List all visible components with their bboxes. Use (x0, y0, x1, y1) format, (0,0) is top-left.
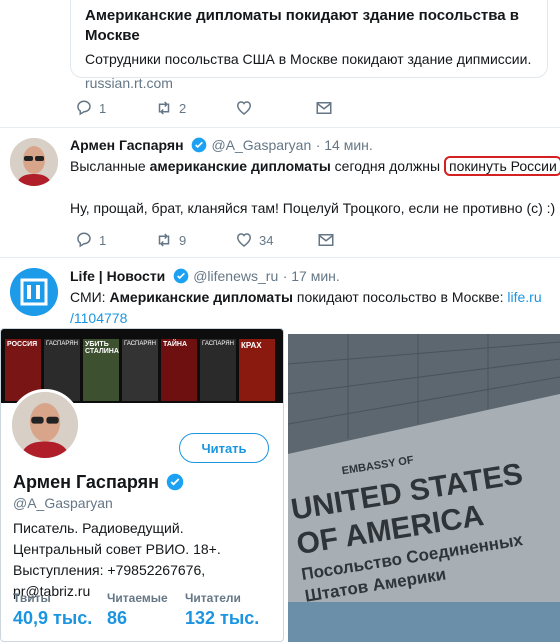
stat-value: 132 тыс. (185, 608, 260, 628)
tweet-link[interactable]: life.ru (507, 289, 541, 305)
retweet-button[interactable]: 2 (155, 99, 235, 117)
reply-button[interactable]: 1 (75, 99, 155, 117)
retweet-icon (158, 101, 170, 115)
tweet-text: СМИ: Американские дипломаты покидают пос… (70, 287, 555, 329)
like-count: 34 (259, 232, 274, 248)
highlighted-text: покинуть России (443, 156, 560, 176)
tweet-text-part: СМИ: (70, 289, 110, 305)
verified-badge-icon (167, 473, 184, 491)
tweet-time[interactable]: · 17 мин. (283, 268, 340, 284)
profile-avatar[interactable] (9, 389, 81, 461)
stat-label: Читатели (185, 591, 241, 605)
retweet-count: 2 (179, 100, 187, 116)
author-handle[interactable]: @lifenews_ru (193, 268, 278, 284)
life-logo-icon (10, 268, 58, 316)
tweet-text-bold: американские дипломаты (149, 158, 331, 174)
heart-icon (237, 233, 251, 247)
stat-label: Твиты (13, 591, 51, 605)
like-button[interactable] (235, 99, 315, 117)
stat-following[interactable]: Читаемые 86 (107, 591, 168, 629)
retweet-icon (158, 233, 170, 247)
stat-followers[interactable]: Читатели 132 тыс. (185, 591, 259, 629)
message-button[interactable] (317, 231, 335, 249)
heart-icon (237, 101, 251, 115)
retweet-count: 9 (179, 232, 187, 248)
stat-value: 40,9 тыс. (13, 608, 93, 628)
tweet-text-part: покидают посольство в Москве: (293, 289, 508, 305)
tweet-text-bold: Американские дипломаты (109, 289, 293, 305)
profile-handle[interactable]: @A_Gasparyan (13, 495, 113, 511)
embassy-building-image: EMBASSY OF UNITED STATES OF AMERICA Посо… (288, 334, 560, 642)
verified-badge-icon (173, 268, 189, 284)
author-name[interactable]: Life | Новости (70, 268, 165, 284)
reply-icon (77, 232, 91, 248)
link-preview-card[interactable]: Американские дипломаты покидают здание п… (70, 0, 548, 91)
person-avatar-icon (10, 138, 58, 186)
tweet-text-part: Высланные (70, 158, 150, 174)
stat-tweets[interactable]: Твиты 40,9 тыс. (13, 591, 92, 629)
embassy-photo[interactable]: EMBASSY OF UNITED STATES OF AMERICA Посо… (288, 334, 560, 642)
book-cover: ГАСПАРЯН (122, 339, 158, 401)
reply-button[interactable]: 1 (75, 231, 155, 249)
profile-bio: Писатель. Радиоведущий. Центральный сове… (13, 520, 221, 599)
reply-count: 1 (99, 100, 107, 116)
author-handle[interactable]: @A_Gasparyan (211, 137, 311, 153)
like-button[interactable]: 34 (235, 231, 317, 249)
reply-count: 1 (99, 232, 107, 248)
profile-card: РОССИЯ ГАСПАРЯН УБИТЬ СТАЛИНА ГАСПАРЯН Т… (0, 328, 284, 642)
link-card-description: Сотрудники посольства США в Москве покид… (85, 51, 532, 67)
book-cover: КРАХ (239, 339, 275, 401)
tweet-header: Life | Новости @lifenews_ru · 17 мин. (70, 268, 340, 286)
tweet-text-part: сегодня должны (330, 158, 444, 174)
book-cover: ТАЙНА (161, 339, 197, 401)
tweet-time[interactable]: · 14 мин. (316, 137, 373, 153)
link-card-domain: russian.rt.com (85, 75, 173, 91)
stat-label: Читаемые (107, 591, 168, 605)
divider (0, 257, 560, 258)
avatar[interactable] (10, 138, 58, 186)
verified-badge-icon (191, 137, 207, 153)
tweet-text: Высланные американские дипломаты сегодня… (70, 156, 560, 177)
profile-name-row: Армен Гаспарян (13, 472, 184, 493)
tweet-link[interactable]: /1104778 (70, 310, 127, 326)
profile-name[interactable]: Армен Гаспарян (13, 472, 159, 492)
author-name[interactable]: Армен Гаспарян (70, 137, 184, 153)
envelope-icon (316, 102, 332, 114)
book-cover: ГАСПАРЯН (200, 339, 236, 401)
stat-value: 86 (107, 608, 128, 628)
tweet-actions: 1 2 (75, 97, 333, 119)
retweet-button[interactable]: 9 (155, 231, 235, 249)
message-button[interactable] (315, 99, 333, 117)
envelope-icon (318, 234, 334, 246)
link-card-title: Американские дипломаты покидают здание п… (85, 7, 520, 44)
book-cover: УБИТЬ СТАЛИНА (83, 339, 119, 401)
divider (0, 127, 560, 128)
person-avatar-icon (12, 392, 78, 458)
tweet-header: Армен Гаспарян @A_Gasparyan · 14 мин. (70, 137, 373, 155)
follow-button[interactable]: Читать (179, 433, 269, 463)
avatar[interactable] (10, 268, 58, 316)
tweet-actions: 1 9 34 (75, 229, 335, 251)
tweet-text-second: Ну, прощай, брат, кланяйся там! Поцелуй … (70, 200, 556, 216)
reply-icon (77, 100, 91, 116)
